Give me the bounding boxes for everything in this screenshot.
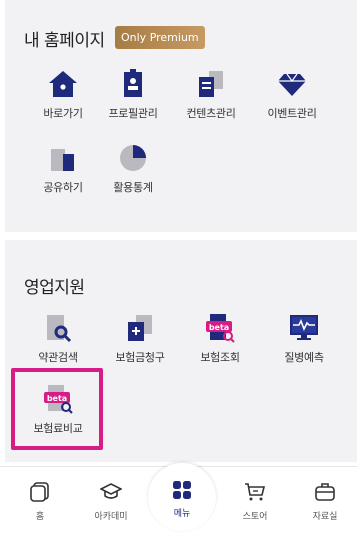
tab-label: 홈 xyxy=(35,512,45,522)
document-search-icon xyxy=(47,315,72,343)
my-homepage-title: 내 홈페이지 xyxy=(24,31,105,51)
tab-home[interactable]: 홈 xyxy=(10,481,70,522)
briefcase-icon xyxy=(315,483,335,501)
menu-item-label: 약관검색 xyxy=(38,351,78,364)
menu-item-label: 보험금청구 xyxy=(115,351,165,364)
contents-icon xyxy=(199,71,223,97)
menu-item-contents[interactable]: 컨텐츠관리 xyxy=(171,68,251,121)
tab-label: 아카데미 xyxy=(94,512,128,522)
menu-item-label: 공유하기 xyxy=(43,181,83,194)
menu-item-label: 보험조회 xyxy=(200,351,240,364)
cart-icon xyxy=(245,483,266,501)
sales-support-title: 영업지원 xyxy=(24,278,85,298)
menu-screen: 내 홈페이지 Only Premium 바로가기 프로필관리 컨텐츠관리 이벤트… xyxy=(0,0,357,538)
menu-item-statistics[interactable]: 활용통계 xyxy=(93,142,173,195)
my-homepage-section: 내 홈페이지 Only Premium 바로가기 프로필관리 컨텐츠관리 이벤트… xyxy=(5,0,357,232)
bottom-tab-bar: 홈 아카데미 메뉴 스토어 자료실 xyxy=(0,463,357,538)
menu-item-insurance-lookup[interactable]: beta 보험조회 xyxy=(180,312,260,365)
menu-item-profile[interactable]: 프로필관리 xyxy=(93,68,173,121)
home-icon xyxy=(49,71,77,97)
menu-item-disease-prediction[interactable]: 질병예측 xyxy=(264,312,344,365)
menu-item-label: 바로가기 xyxy=(43,107,83,120)
menu-item-claim[interactable]: 보험금청구 xyxy=(100,312,180,365)
svg-text:beta: beta xyxy=(209,323,229,332)
profile-card-icon xyxy=(124,69,142,97)
tab-menu[interactable]: 메뉴 xyxy=(148,463,216,531)
premium-badge: Only Premium xyxy=(115,26,205,49)
menu-item-label: 프로필관리 xyxy=(108,107,158,120)
tab-library[interactable]: 자료실 xyxy=(295,481,355,522)
menu-item-shortcut[interactable]: 바로가기 xyxy=(23,68,103,121)
monitor-pulse-icon xyxy=(290,315,318,340)
menu-item-terms-search[interactable]: 약관검색 xyxy=(18,312,98,365)
tab-label: 메뉴 xyxy=(173,509,191,519)
menu-item-label: 이벤트관리 xyxy=(267,107,317,120)
tab-store[interactable]: 스토어 xyxy=(225,481,285,522)
claim-icon xyxy=(128,315,152,341)
beta-lookup-icon: beta xyxy=(206,314,235,343)
tab-label: 자료실 xyxy=(312,512,338,522)
tab-academy[interactable]: 아카데미 xyxy=(81,481,141,522)
menu-item-label: 활용통계 xyxy=(113,181,153,194)
menu-item-label: 질병예측 xyxy=(284,351,324,364)
graduation-cap-icon xyxy=(100,483,122,499)
home-outline-icon xyxy=(30,482,49,502)
highlight-frame xyxy=(11,368,103,450)
share-icon xyxy=(51,149,74,171)
diamond-icon xyxy=(278,73,306,96)
menu-grid-icon xyxy=(173,481,191,499)
pie-chart-icon xyxy=(120,145,146,171)
tab-label: 스토어 xyxy=(242,512,268,522)
menu-item-share[interactable]: 공유하기 xyxy=(23,142,103,195)
menu-item-events[interactable]: 이벤트관리 xyxy=(252,68,332,121)
menu-item-label: 컨텐츠관리 xyxy=(186,107,236,120)
